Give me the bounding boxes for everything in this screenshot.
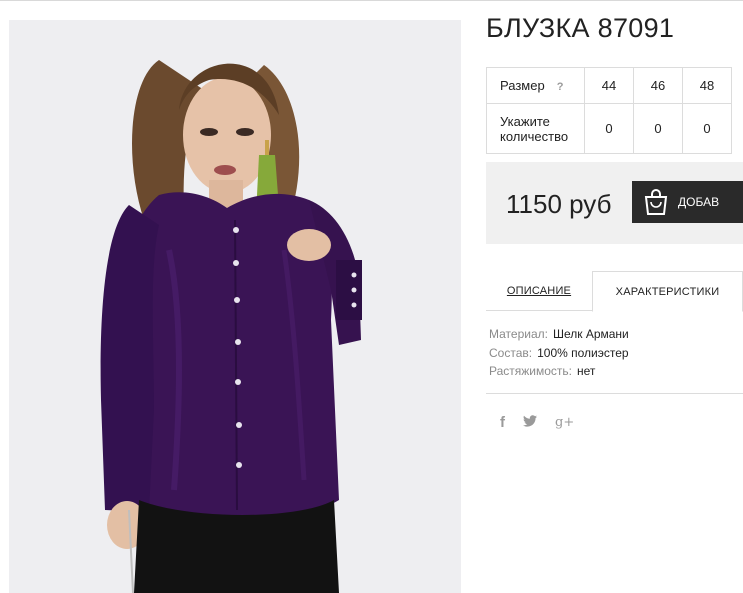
twitter-icon[interactable]	[523, 414, 537, 431]
social-share: f g+	[500, 414, 592, 431]
section-divider	[486, 393, 743, 394]
size-option[interactable]: 48	[682, 67, 732, 104]
tab-characteristics[interactable]: ХАРАКТЕРИСТИКИ	[592, 271, 743, 312]
tab-description[interactable]: ОПИСАНИЕ	[486, 271, 592, 311]
quantity-field[interactable]: 0	[633, 103, 683, 154]
size-option[interactable]: 44	[584, 67, 634, 104]
size-help-icon[interactable]: ?	[557, 81, 564, 93]
spec-row: Материал: Шелк Армани	[489, 325, 629, 344]
spec-label: Материал:	[489, 327, 548, 341]
product-title: БЛУЗКА 87091	[486, 13, 675, 43]
characteristics-list: Материал: Шелк Армани Состав: 100% полиэст…	[489, 325, 629, 381]
spec-value: Шелк Армани	[552, 327, 629, 341]
product-tabs: ОПИСАНИЕ ХАРАКТЕРИСТИКИ	[486, 271, 743, 312]
spec-value: нет	[577, 364, 596, 378]
size-quantity-table: Размер? 44 46 48 Укажите количество 0 0 …	[486, 67, 732, 154]
quantity-row: Укажите количество 0 0 0	[486, 103, 732, 154]
size-label: Размер	[500, 78, 545, 93]
size-row: Размер? 44 46 48	[486, 67, 732, 104]
spec-row: Состав: 100% полиэстер	[489, 344, 629, 363]
add-to-cart-label: ДОБАВ	[678, 195, 720, 209]
spec-row: Растяжимость: нет	[489, 362, 629, 381]
quantity-field[interactable]: 0	[584, 103, 634, 154]
spec-label: Состав:	[489, 345, 533, 360]
spec-label: Растяжимость:	[489, 364, 573, 378]
googleplus-icon[interactable]: g+	[555, 415, 574, 430]
price: 1150 руб	[506, 189, 612, 219]
price-panel: 1150 руб ДОБАВ	[486, 162, 743, 244]
spec-value: 100% полиэстер	[537, 345, 629, 360]
add-to-cart-button[interactable]: ДОБАВ	[632, 181, 743, 223]
shopping-bag-icon	[644, 189, 668, 215]
top-divider	[0, 0, 743, 1]
product-image[interactable]	[9, 20, 461, 593]
quantity-label: Укажите количество	[486, 103, 585, 154]
quantity-field[interactable]: 0	[682, 103, 732, 154]
size-header-cell: Размер?	[486, 67, 585, 104]
facebook-icon[interactable]: f	[500, 414, 505, 431]
size-option[interactable]: 46	[633, 67, 683, 104]
